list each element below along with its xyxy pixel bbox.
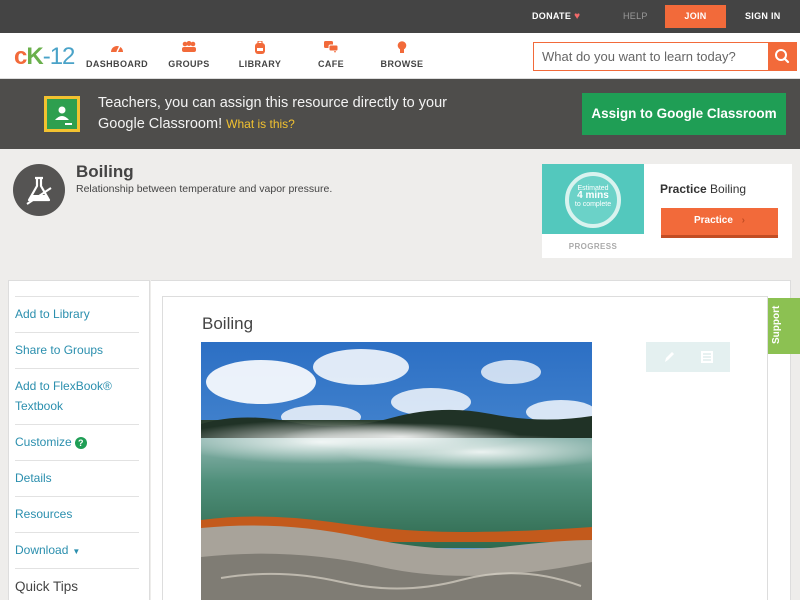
- quick-tips-heading[interactable]: Quick Tips: [15, 568, 139, 600]
- logo-12: -12: [42, 43, 76, 70]
- content-title: Boiling: [202, 314, 254, 333]
- search-box: [533, 42, 797, 71]
- heart-icon: ♥: [574, 11, 581, 22]
- annotation-toolbar: [646, 342, 730, 372]
- donate-label[interactable]: DONATE: [532, 11, 571, 21]
- progress-tile: Estimated 4 mins to complete: [542, 164, 644, 234]
- pencil-icon[interactable]: [660, 348, 678, 366]
- classroom-message: Teachers, you can assign this resource d…: [98, 93, 458, 135]
- help-question-icon[interactable]: ?: [74, 436, 87, 449]
- google-classroom-icon: [44, 96, 80, 132]
- nav-groups-label: GROUPS: [168, 59, 210, 69]
- resources-link[interactable]: Resources: [15, 496, 139, 532]
- nav-library[interactable]: LIBRARY: [225, 40, 295, 69]
- search-input[interactable]: [534, 43, 769, 70]
- assign-google-classroom-button[interactable]: Assign to Google Classroom: [582, 93, 786, 135]
- nav-groups[interactable]: GROUPS: [154, 41, 224, 69]
- concept-title: Boiling: [76, 162, 134, 181]
- dashboard-gauge-icon: [82, 41, 152, 55]
- nav-library-label: LIBRARY: [238, 59, 282, 69]
- groups-people-icon: [154, 41, 224, 55]
- logo-c: c: [14, 43, 27, 70]
- nav-cafe-label: CAFE: [317, 59, 345, 69]
- search-button[interactable]: [768, 43, 796, 70]
- nav-cafe[interactable]: CAFE: [296, 41, 366, 69]
- add-to-flexbook-link[interactable]: Add to FlexBook® Textbook: [15, 368, 139, 424]
- practice-button[interactable]: Practice ›: [661, 208, 778, 238]
- estimated-mins: 4 mins: [569, 190, 617, 201]
- hot-spring-photo: [201, 342, 592, 600]
- notes-icon[interactable]: [698, 348, 716, 366]
- classroom-banner: Teachers, you can assign this resource d…: [0, 79, 800, 149]
- practice-word: Practice: [660, 182, 707, 196]
- help-link[interactable]: HELP: [623, 11, 648, 21]
- logo-k: K: [26, 43, 43, 70]
- chemistry-flask-icon: [13, 164, 65, 216]
- concept-subtitle: Relationship between temperature and vap…: [76, 183, 333, 195]
- main-nav: cK-12 DASHBOARD GROUPS LIBRARY CAFE BROW…: [0, 33, 800, 79]
- browse-lightbulb-icon: [367, 41, 437, 55]
- add-to-library-link[interactable]: Add to Library: [15, 296, 139, 332]
- progress-label: PROGRESS: [568, 242, 618, 251]
- support-label: Support: [771, 305, 782, 344]
- search-icon: [768, 49, 796, 74]
- download-label: Download: [15, 543, 69, 557]
- practice-button-label: Practice: [693, 215, 733, 226]
- support-tab[interactable]: Support: [768, 298, 800, 354]
- practice-topic: Boiling: [710, 182, 747, 196]
- to-complete-label: to complete: [574, 201, 612, 208]
- customize-link[interactable]: Customize?: [15, 424, 139, 460]
- details-link[interactable]: Details: [15, 460, 139, 496]
- nav-dashboard[interactable]: DASHBOARD: [82, 41, 152, 69]
- nav-browse[interactable]: BROWSE: [367, 41, 437, 69]
- nav-dashboard-label: DASHBOARD: [85, 59, 149, 69]
- practice-card: Estimated 4 mins to complete PROGRESS Pr…: [542, 164, 792, 258]
- practice-heading: Practice Boiling: [660, 182, 790, 196]
- mins-value: 4 mins: [577, 190, 609, 201]
- estimated-time-ring: Estimated 4 mins to complete: [565, 172, 621, 228]
- download-link[interactable]: Download ▼: [15, 532, 139, 568]
- top-bar: DONATE ♥ HELP JOIN SIGN IN: [0, 0, 800, 33]
- sign-in-link[interactable]: SIGN IN: [745, 11, 781, 21]
- nav-browse-label: BROWSE: [380, 59, 424, 69]
- ck12-logo[interactable]: cK-12: [14, 43, 76, 71]
- caret-down-icon: ▼: [72, 547, 81, 556]
- library-backpack-icon: [225, 40, 295, 55]
- cafe-chat-bubbles-icon: [296, 41, 366, 55]
- share-to-groups-link[interactable]: Share to Groups: [15, 332, 139, 368]
- join-button[interactable]: JOIN: [665, 5, 726, 28]
- donate-link[interactable]: DONATE ♥: [532, 11, 580, 22]
- what-is-this-link[interactable]: What is this?: [226, 117, 295, 131]
- chevron-right-icon: ›: [741, 215, 746, 226]
- customize-label: Customize: [15, 435, 72, 449]
